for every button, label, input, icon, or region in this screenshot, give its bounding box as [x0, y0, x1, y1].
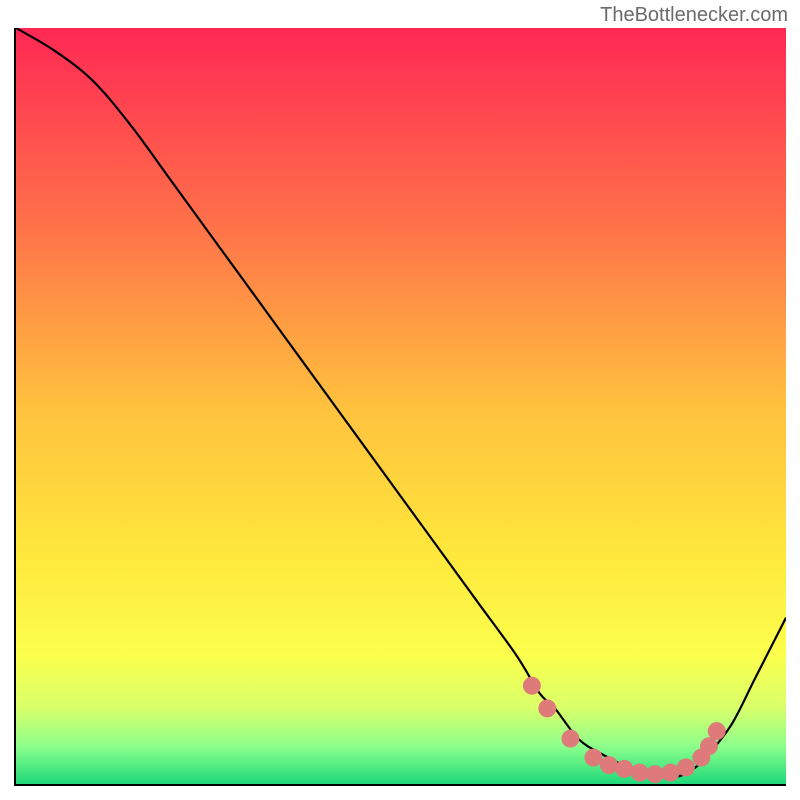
highlight-dot: [646, 765, 664, 783]
highlight-dot: [662, 764, 680, 782]
highlight-dot: [538, 699, 556, 717]
highlight-dot: [631, 764, 649, 782]
highlight-dot: [561, 730, 579, 748]
chart-area: [14, 28, 786, 786]
highlight-dot: [585, 749, 603, 767]
watermark-text: TheBottlenecker.com: [600, 4, 788, 27]
highlight-dot: [615, 760, 633, 778]
highlight-dot: [677, 758, 695, 776]
highlight-dots: [16, 28, 786, 784]
highlight-dot: [708, 722, 726, 740]
highlight-dot: [600, 756, 618, 774]
highlight-dot: [523, 677, 541, 695]
